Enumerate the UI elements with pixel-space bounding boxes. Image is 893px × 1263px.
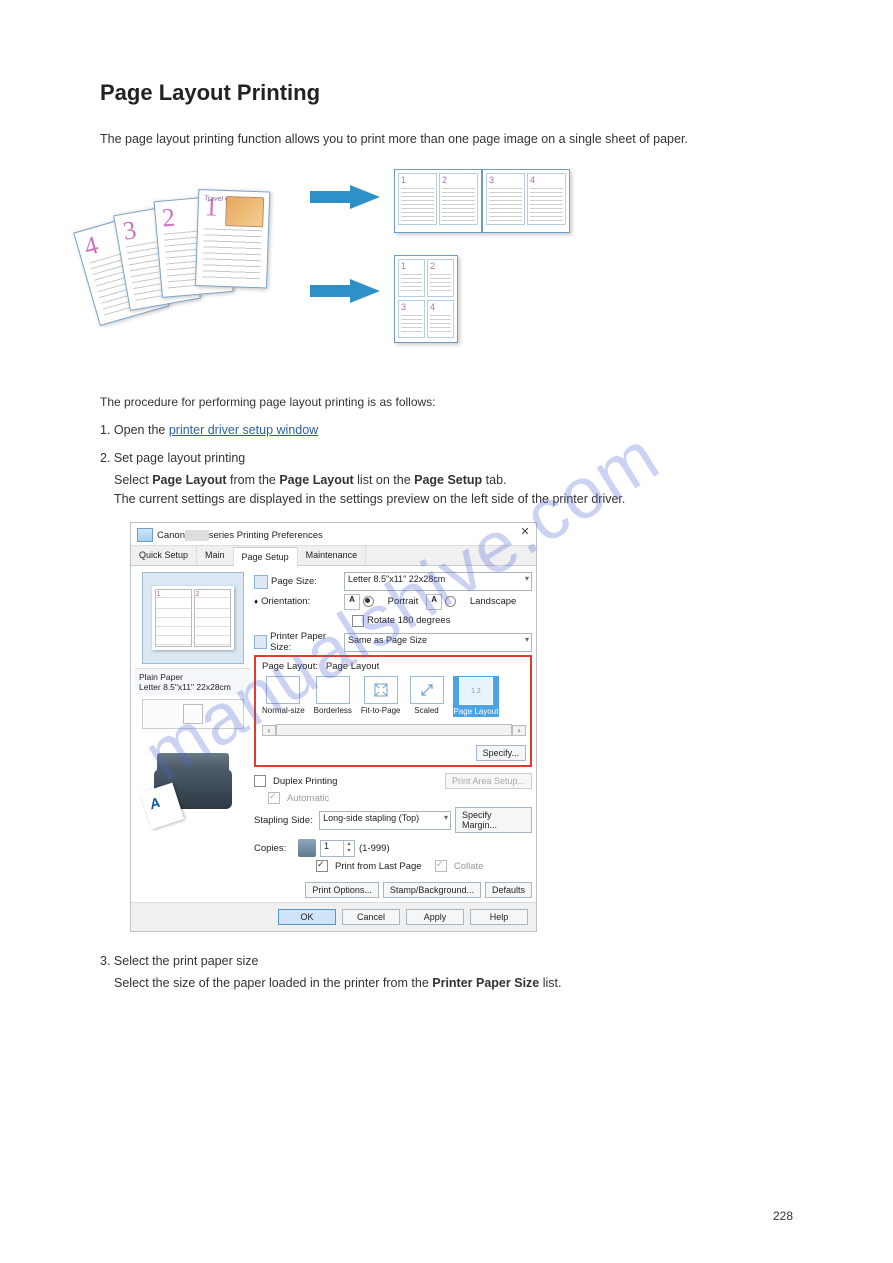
step-1: 1. Open the printer driver setup window	[100, 423, 793, 437]
collate-checkbox	[435, 860, 447, 872]
layout-sheet-4up: 1 2 3 4	[394, 255, 458, 343]
step-2-body: Select Page Layout from the Page Layout …	[114, 471, 793, 509]
tab-quick-setup[interactable]: Quick Setup	[131, 546, 197, 565]
ok-button[interactable]: OK	[278, 909, 336, 925]
collate-label: Collate	[454, 861, 484, 872]
page-layout-caption: Page Layout:	[262, 661, 318, 672]
rotate-checkbox[interactable]	[352, 615, 364, 627]
source-pages-fan: 4 3 2 1Travel Guide	[100, 189, 290, 339]
procedure-label: The procedure for performing page layout…	[100, 395, 793, 409]
landscape-label: Landscape	[470, 596, 516, 607]
layout-sheet-2up-b: 3 4	[482, 169, 570, 233]
dialog-title-prefix: Canon	[157, 530, 185, 541]
page-title: Page Layout Printing	[100, 80, 793, 106]
duplex-label: Duplex Printing	[273, 776, 337, 787]
arrow-icon	[310, 185, 380, 209]
specify-button[interactable]: Specify...	[476, 745, 526, 761]
apply-button[interactable]: Apply	[406, 909, 464, 925]
stamp-background-button[interactable]: Stamp/Background...	[383, 882, 481, 898]
tab-main[interactable]: Main	[197, 546, 234, 565]
close-button[interactable]: ✕	[518, 525, 532, 539]
print-last-checkbox[interactable]	[316, 860, 328, 872]
automatic-checkbox	[268, 792, 280, 804]
layout-page-layout[interactable]: 1 2Page Layout	[453, 676, 500, 717]
cancel-button[interactable]: Cancel	[342, 909, 400, 925]
copies-icon	[298, 839, 316, 857]
duplex-checkbox[interactable]	[254, 775, 266, 787]
printer-illustration	[140, 735, 245, 825]
landscape-radio[interactable]	[445, 596, 456, 607]
layout-options: Normal-size Borderless Fit-to-Page Scale…	[262, 676, 526, 717]
illustration-area: 4 3 2 1Travel Guide 1 2 3 4 1 2 3 4	[100, 169, 793, 369]
layout-scaled[interactable]: Scaled	[410, 676, 444, 717]
layout-borderless[interactable]: Borderless	[314, 676, 352, 717]
step-3-heading: Select the print paper size	[114, 954, 259, 968]
page-size-select[interactable]: Letter 8.5"x11" 22x28cm	[344, 572, 532, 591]
print-area-setup-button[interactable]: Print Area Setup...	[445, 773, 532, 789]
dialog-button-bar: OK Cancel Apply Help	[131, 902, 536, 931]
dialog-tabs: Quick Setup Main Page Setup Maintenance	[131, 546, 536, 566]
copies-label: Copies:	[254, 843, 294, 854]
tab-page-setup[interactable]: Page Setup	[234, 547, 298, 567]
print-last-label: Print from Last Page	[335, 861, 422, 872]
dialog-title-suffix: series Printing Preferences	[209, 530, 323, 541]
page-number: 228	[773, 1209, 793, 1223]
step-1-number: 1.	[100, 423, 110, 437]
portrait-label: Portrait	[388, 596, 419, 607]
printer-paper-icon	[254, 635, 267, 649]
rotate-label: Rotate 180 degrees	[367, 615, 450, 626]
settings-preview: 1 2	[142, 572, 244, 664]
layout-sheet-2up-a: 1 2	[394, 169, 482, 233]
help-button[interactable]: Help	[470, 909, 528, 925]
step-2: 2. Set page layout printing	[100, 451, 793, 465]
portrait-radio[interactable]	[363, 596, 374, 607]
step-2-number: 2.	[100, 451, 110, 465]
tab-maintenance[interactable]: Maintenance	[298, 546, 367, 565]
copies-input[interactable]: 1▴▾	[320, 840, 355, 857]
stapling-side-select[interactable]: Long-side stapling (Top)	[319, 811, 451, 830]
step-2-heading: Set page layout printing	[114, 451, 245, 465]
dialog-titlebar: Canon xxxxx series Printing Preferences …	[131, 523, 536, 546]
printer-paper-size-label: Printer Paper Size:	[270, 631, 344, 653]
layout-fit-to-page[interactable]: Fit-to-Page	[361, 676, 401, 717]
printer-paper-size-select[interactable]: Same as Page Size	[344, 633, 532, 652]
print-options-button[interactable]: Print Options...	[305, 882, 379, 898]
copies-range: (1-999)	[359, 843, 390, 854]
step-1-text-a: Open the	[114, 423, 169, 437]
layout-scrollbar[interactable]: ‹›	[262, 723, 526, 737]
printing-preferences-dialog: Canon xxxxx series Printing Preferences …	[130, 522, 535, 932]
layout-normal-size[interactable]: Normal-size	[262, 676, 305, 717]
orientation-label: Orientation:	[261, 596, 310, 607]
step-3: 3. Select the print paper size	[100, 954, 793, 968]
page-size-label: Page Size:	[271, 576, 317, 587]
dialog-left-panel: 1 2 Plain Paper Letter 8.5"x11" 22x28cm	[135, 570, 250, 898]
printer-icon	[137, 528, 153, 542]
stapling-side-label: Stapling Side:	[254, 815, 315, 826]
step-3-body: Select the size of the paper loaded in t…	[114, 974, 793, 993]
printer-driver-link[interactable]: printer driver setup window	[169, 423, 318, 437]
page-content: Page Layout Printing The page layout pri…	[0, 0, 893, 993]
arrow-icon	[310, 279, 380, 303]
color-swatch-box	[142, 699, 244, 729]
highlighted-page-layout-area: Page Layout: Page Layout Normal-size Bor…	[254, 655, 532, 767]
defaults-button[interactable]: Defaults	[485, 882, 532, 898]
intro-text: The page layout printing function allows…	[100, 130, 793, 149]
page-layout-current: Page Layout	[326, 661, 379, 672]
step-3-number: 3.	[100, 954, 110, 968]
page-size-icon	[254, 575, 268, 589]
dialog-right-panel: Page Size: Letter 8.5"x11" 22x28cm ♦ Ori…	[250, 570, 532, 898]
specify-margin-button[interactable]: Specify Margin...	[455, 807, 532, 833]
paper-info: Plain Paper Letter 8.5"x11" 22x28cm	[135, 668, 250, 695]
automatic-label: Automatic	[287, 793, 329, 804]
